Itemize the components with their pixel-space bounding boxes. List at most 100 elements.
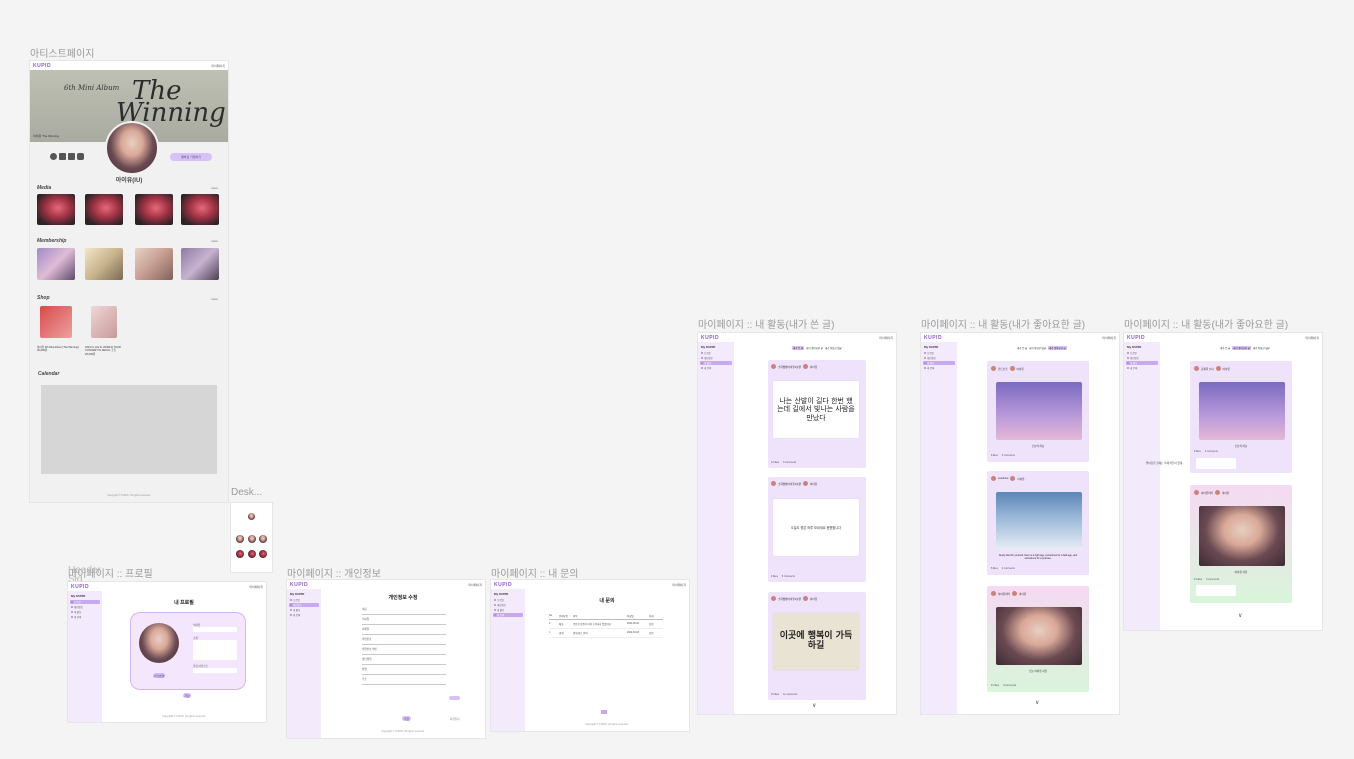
shop-item[interactable]: 아이유 6th Mini Album [The Winning] 30,000원 <box>37 346 82 353</box>
instagram-icon[interactable] <box>77 153 84 160</box>
pagination-current[interactable] <box>601 710 607 714</box>
favorite-artist-field[interactable] <box>193 668 237 673</box>
membership-thumb[interactable] <box>181 248 219 280</box>
table-row[interactable]: 2 배송 주문한 상품이 아직 도착하지 않았어요 2024.05.02 답변 <box>549 620 663 629</box>
load-more-chevron-icon[interactable]: ∨ <box>1035 699 1039 706</box>
sidebar-item-profile[interactable]: 프로필 <box>493 598 523 602</box>
load-more-chevron-icon[interactable]: ∨ <box>1238 612 1242 619</box>
sidebar-item-inquiry[interactable]: 내 문의 <box>70 615 100 619</box>
address-search-button[interactable] <box>449 696 460 700</box>
post-card[interactable]: 소희짱짱아이유1호팬 아이유 이곳에 행복이 가득하길 15 likes 11 … <box>768 592 866 700</box>
post-card[interactable]: sunshine 아이유 Study hard for yourself, th… <box>987 471 1089 575</box>
membership-thumb[interactable] <box>37 248 75 280</box>
sidebar-item-inquiry[interactable]: 내 문의 <box>923 366 955 370</box>
sidebar-item-info[interactable]: 개인정보 <box>1126 356 1158 360</box>
sidebar-item-info[interactable]: 개인정보 <box>923 356 955 360</box>
address-field[interactable] <box>362 681 446 685</box>
logo[interactable]: KUPID <box>494 582 512 588</box>
membership-thumb[interactable] <box>85 248 123 280</box>
tab-liked[interactable]: 내가 좋아요한 글 <box>1232 346 1251 350</box>
sidebar-item-info[interactable]: 개인정보 <box>70 605 100 609</box>
sidebar-item-activity[interactable]: 내 활동 <box>700 361 732 365</box>
nickname-field[interactable] <box>193 627 237 632</box>
sidebar-item-inquiry[interactable]: 내 문의 <box>700 366 732 370</box>
logo[interactable]: KUPID <box>33 63 51 69</box>
sidebar-item-label: 개인정보 <box>74 606 83 609</box>
logo[interactable]: KUPID <box>701 335 719 341</box>
shop-item-image[interactable] <box>91 306 117 338</box>
media-thumb[interactable] <box>181 194 219 225</box>
save-button[interactable]: 저장 <box>402 716 411 721</box>
mypage-link[interactable]: 마이페이지 <box>1305 336 1319 340</box>
linkedin-icon[interactable] <box>59 153 66 160</box>
facebook-icon[interactable] <box>50 153 57 160</box>
logo[interactable]: KUPID <box>924 335 942 341</box>
tab-comments[interactable]: 내가 작성한 댓글 <box>825 346 842 350</box>
post-card[interactable]: 소희짱짱아이유1호팬 아이유 오늘도 좋은 하루 보내세요 응원합니다 9 li… <box>768 477 866 582</box>
tab-written[interactable]: 내가 쓴 글 <box>792 346 805 350</box>
shop-item-image[interactable] <box>40 306 72 338</box>
sidebar-item-activity[interactable]: 내 활동 <box>1126 361 1158 365</box>
mypage-link[interactable]: 마이페이지 <box>211 64 225 68</box>
mypage-link[interactable]: 마이페이지 <box>468 583 482 587</box>
mypage-link[interactable]: 마이페이지 <box>1102 336 1116 340</box>
logo[interactable]: KUPID <box>1127 335 1145 341</box>
save-button[interactable]: 저장 <box>183 693 191 698</box>
nickname-field[interactable] <box>362 621 446 625</box>
media-thumb[interactable] <box>135 194 173 225</box>
email-field[interactable] <box>362 631 446 635</box>
tab-liked[interactable]: 내가 좋아요한 글 <box>806 346 823 350</box>
tab-liked[interactable]: 내가 좋아요한 글 <box>1047 346 1067 350</box>
logo[interactable]: KUPID <box>290 582 308 588</box>
post-card[interactable]: 아이유러버 아이유 오늘 아이유 사진 21 likes 9 comments <box>987 586 1089 692</box>
sidebar-item-profile[interactable]: 프로필 <box>70 600 100 604</box>
sidebar-item-info[interactable]: 개인정보 <box>700 356 732 360</box>
post-card[interactable]: 아이유러버 아이유 아이유 사진 21 likes 9 comments <box>1190 485 1292 603</box>
mypage-link[interactable]: 마이페이지 <box>879 336 893 340</box>
table-row[interactable]: 1 결제 결제 취소 문의 2024.04.18 답변 <box>549 629 663 638</box>
withdraw-link[interactable]: 회원탈퇴 <box>450 717 460 721</box>
bio-field[interactable] <box>193 640 237 660</box>
media-thumb[interactable] <box>85 194 123 225</box>
password-field[interactable] <box>362 641 446 645</box>
birthdate-field[interactable] <box>362 661 446 665</box>
media-thumb[interactable] <box>37 194 75 225</box>
membership-thumb[interactable] <box>135 248 173 280</box>
edit-photo-button[interactable]: 사진변경 <box>153 673 165 678</box>
sidebar-item-activity[interactable]: 내 활동 <box>493 608 523 612</box>
sidebar-title: My KUPID <box>701 345 716 349</box>
sidebar-item-activity[interactable]: 내 활동 <box>923 361 955 365</box>
sidebar-item-info[interactable]: 개인정보 <box>493 603 523 607</box>
password-confirm-field[interactable] <box>362 651 446 655</box>
load-more-chevron-icon[interactable]: ∨ <box>812 702 816 709</box>
post-card[interactable]: 김재희 소녀 아이유 오늘의 하늘 8 likes 3 comments <box>1190 361 1292 473</box>
mypage-link[interactable]: 마이페이지 <box>672 583 686 587</box>
post-card[interactable]: 소희짱짱아이유1호팬 아이유 나는 산발이 길다 한번 했는데 길에서 빛나는 … <box>768 360 866 468</box>
sidebar-item-activity[interactable]: 내 활동 <box>70 610 100 614</box>
sidebar-item-profile[interactable]: 프로필 <box>923 351 955 355</box>
sidebar-item-activity[interactable]: 내 활동 <box>289 608 319 612</box>
media-more-link[interactable]: more <box>211 186 218 190</box>
logo[interactable]: KUPID <box>71 584 89 590</box>
name-field[interactable] <box>362 611 446 615</box>
gender-field[interactable] <box>362 671 446 675</box>
shop-more-link[interactable]: more <box>211 297 218 301</box>
sidebar-item-info[interactable]: 개인정보 <box>289 603 319 607</box>
post-card[interactable]: 민트초코 아이유 오늘의 하늘 8 likes 3 comments <box>987 361 1089 462</box>
sidebar-item-inquiry[interactable]: 내 문의 <box>289 613 319 617</box>
mypage-link[interactable]: 마이페이지 <box>249 585 263 589</box>
sidebar-item-inquiry[interactable]: 내 문의 <box>1126 366 1158 370</box>
sidebar-item-profile[interactable]: 프로필 <box>289 598 319 602</box>
sidebar-item-inquiry[interactable]: 내 문의 <box>493 613 523 617</box>
membership-more-link[interactable]: more <box>211 239 218 243</box>
join-membership-button[interactable]: 멤버십 가입하기 <box>170 153 212 161</box>
tab-written[interactable]: 내가 쓴 글 <box>1017 346 1027 350</box>
tab-comments[interactable]: 내가 작성한 댓글 <box>1253 346 1270 350</box>
tab-written[interactable]: 내가 쓴 글 <box>1220 346 1230 350</box>
shop-item[interactable]: 2024 IU H.E.R. WORLD TOUR CONCERT IN SEO… <box>85 346 130 356</box>
sidebar-item-profile[interactable]: 프로필 <box>700 351 732 355</box>
sidebar-item-profile[interactable]: 프로필 <box>1126 351 1158 355</box>
tab-comments[interactable]: 내가 작성한 댓글 <box>1029 346 1046 350</box>
youtube-icon[interactable] <box>68 153 75 160</box>
profile-card: 사진변경 닉네임 소개 관심 아티스트 <box>130 612 246 690</box>
